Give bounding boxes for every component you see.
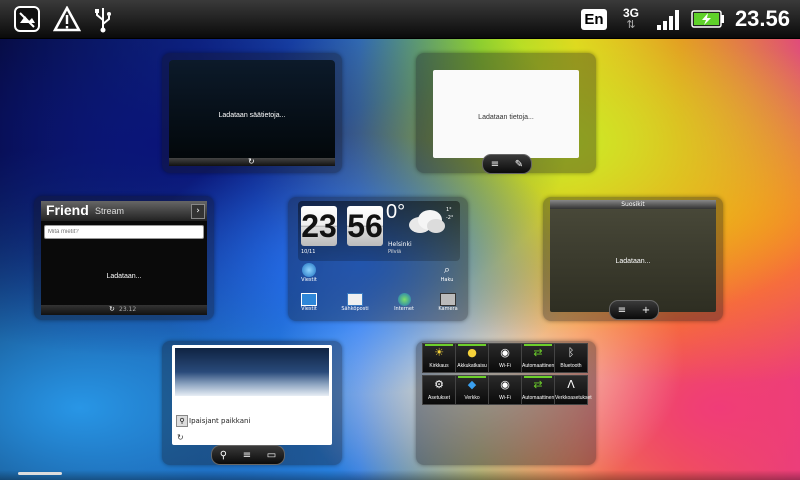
page-indicator [18,472,62,475]
friend-stream-widget[interactable]: Friend Stream › Ladataan... ↻ 23.12 [34,196,214,320]
clock: 23.56 [734,6,790,31]
city: Helsinki [388,241,412,248]
shortcut-search[interactable]: ⌕ Haku [436,263,458,283]
toggle-bluetooth[interactable]: ᛒ Bluetooth [554,343,588,373]
places-widget[interactable]: ⚲ Ipaisjant paikkani ↻ ⚲ ≡ ▭ [162,341,342,465]
notes-widget[interactable]: Ladataan tietoja... ≡ ✎ [416,53,596,174]
refresh-icon[interactable]: ↻ [109,305,115,313]
notes-toolbar: ≡ ✎ [482,154,532,174]
toggle-brightness[interactable]: ☀ Kirkkaus [422,343,456,373]
places-caption: Ipaisjant paikkani [189,417,251,425]
menu-icon[interactable]: ≡ [618,305,626,316]
toggle-network-settings[interactable]: Ʌ Verkkoasetukset [554,375,592,405]
favorites-header: Suosikit [550,200,716,209]
sync-icon: ⇄ [533,378,543,391]
network-3g-icon: 3G ⇅ [622,6,639,31]
usb-icon [90,4,116,34]
toggle-network[interactable]: ◆ Verkko [455,375,489,405]
loading-text: Ladataan... [106,273,142,280]
wifi-icon: ◉ [500,346,510,359]
favorites-widget[interactable]: Suosikit Ladataan... ≡ + [543,197,723,321]
phone-icon [302,263,316,277]
camera-icon [440,293,456,306]
temp-high: 1° [446,207,452,213]
loading-text: Ladataan säätietoja... [218,112,286,119]
friend-stream-title: Friend [46,202,89,218]
cloud-icon [406,207,446,239]
shortcut-messages[interactable]: Viestit [296,293,322,312]
timestamp: 23.12 [119,306,137,313]
toggle-auto-sync[interactable]: ⇄ Automaattinen [521,343,555,373]
language-indicator: En [581,4,607,34]
chevron-right-icon[interactable]: › [191,204,205,219]
shortcut-internet[interactable]: Internet [389,293,419,312]
network-icon: ◆ [467,378,477,391]
friend-stream-subtitle: Stream [95,206,125,216]
toggle-battery-saver[interactable]: ● Akkukatkaisu [455,343,489,373]
sun-icon: ☀ [434,346,444,359]
sync-icon: ⇄ [533,346,543,359]
signal-icon [654,4,684,34]
refresh-icon[interactable]: ↻ [177,433,184,442]
add-icon[interactable]: + [642,305,650,316]
search-icon: ⌕ [443,263,451,276]
car-icon[interactable]: ▭ [267,450,276,461]
warning-icon [52,4,82,34]
loading-text: Ladataan tietoja... [478,114,534,121]
toggle-settings[interactable]: ⚙ Asetukset [422,375,456,405]
mail-icon [347,293,363,306]
places-toolbar: ⚲ ≡ ▭ [211,445,285,465]
status-input[interactable] [44,225,204,239]
loading-text: Ladataan... [615,258,651,265]
menu-icon[interactable]: ≡ [243,450,251,461]
menu-icon[interactable]: ≡ [491,159,499,170]
clock-minute: 56 [347,206,383,246]
bluetooth-icon: ᛒ [567,346,575,359]
temperature: 0° [386,201,406,223]
toggle-wifi[interactable]: ◉ Wi-Fi [488,343,522,373]
favorites-toolbar: ≡ + [609,300,659,320]
condition: Pilviä [388,249,402,255]
toggle-wifi-2[interactable]: ◉ Wi-Fi [488,375,522,405]
globe-icon [397,293,411,306]
date: 10/11 [301,249,316,255]
bulb-icon: ● [467,346,477,359]
clock-hour: 23 [301,206,337,246]
clock-weather-widget[interactable]: 23 56 0° 1° -2° Helsinki Pilviä 10/11 Vi… [288,197,468,321]
shortcut-camera[interactable]: Kamera [434,293,462,312]
settings-grid: ☀ Kirkkaus ● Akkukatkaisu ◉ Wi-Fi ⇄ Automaat… [422,343,592,405]
chat-icon [301,293,317,306]
location-icon[interactable]: ⚲ [220,450,227,461]
weather-loading-widget[interactable]: Ladataan säätietoja... ↻ [162,53,342,173]
gallery-icon [12,4,42,34]
places-icon: ⚲ [176,415,188,427]
home-bottom-bar [0,470,800,480]
temp-low: -2° [446,215,454,221]
toggle-auto-2[interactable]: ⇄ Automaattinen [521,375,555,405]
shortcut-phone[interactable]: Viestit [298,263,320,283]
shortcut-mail[interactable]: Sähköposti [338,293,372,312]
map-image [175,348,329,396]
status-bar: En 3G ⇅ 23.56 [0,0,800,39]
antenna-icon: Ʌ [567,378,575,391]
wifi-icon: ◉ [500,378,510,391]
gear-icon: ⚙ [434,378,444,391]
battery-charging-icon [690,4,726,34]
edit-icon[interactable]: ✎ [515,159,523,170]
refresh-icon[interactable]: ↻ [248,157,255,166]
